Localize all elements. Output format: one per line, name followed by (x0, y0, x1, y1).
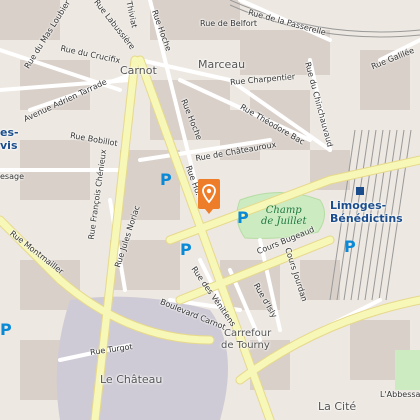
park-label: Champ de Juillet (261, 205, 306, 227)
parking-icon: P (0, 320, 12, 339)
place-la-cite: La Cité (318, 400, 357, 413)
place-carnot: Carnot (120, 64, 157, 77)
parking-icon: P (160, 170, 172, 189)
street-abbessaille: L'Abbessa (380, 390, 420, 399)
location-marker-icon[interactable] (198, 179, 220, 214)
park-label-line1: Champ (265, 205, 302, 216)
parking-icon: P (344, 237, 356, 256)
parking-icon: P (180, 240, 192, 259)
edge-label-1: es- (0, 126, 19, 139)
edge-label-2: vis (0, 139, 18, 152)
street-sesage: esage (0, 172, 24, 181)
park-label-line2: de Juillet (261, 216, 307, 227)
park-east (395, 350, 420, 390)
parking-icon: P (237, 208, 249, 227)
street-belfort: Rue de Belfort (200, 19, 258, 28)
place-marceau: Marceau (198, 58, 246, 71)
station-limoges-line2: Bénédictins (330, 212, 403, 225)
station-icon (356, 187, 364, 195)
map-canvas[interactable]: Marceau Carnot Le Château La Cité Carref… (0, 0, 420, 420)
station-limoges-line1: Limoges- (330, 199, 387, 212)
place-carrefour-line1: Carrefour (224, 328, 272, 339)
pin-icon (202, 184, 216, 204)
place-le-chateau: Le Château (100, 373, 163, 386)
place-carrefour-line2: de Tourny (221, 340, 270, 351)
